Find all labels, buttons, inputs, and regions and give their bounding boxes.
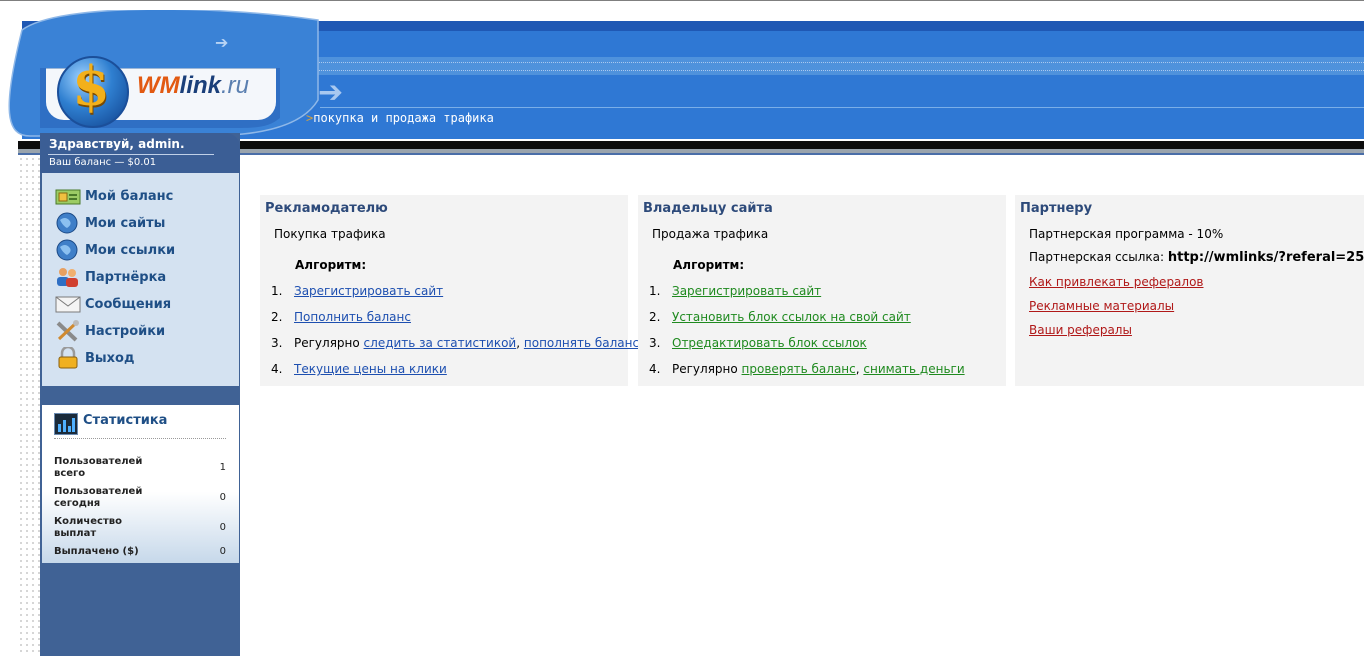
- list-item: Как привлекать рефералов: [1029, 275, 1204, 289]
- top-border: [0, 0, 1364, 1]
- click-prices-link[interactable]: Текущие цены на клики: [294, 362, 447, 376]
- withdraw-money-link[interactable]: снимать деньги: [863, 362, 964, 376]
- stat-value: 1: [219, 462, 226, 473]
- sidebar-item-label: Мои сайты: [85, 215, 166, 231]
- tagline-text: покупка и продажа трафика: [313, 111, 494, 125]
- top-up-balance-link-2[interactable]: пополнять баланс: [524, 336, 639, 350]
- advertiser-subtitle: Покупка трафика: [274, 227, 386, 241]
- partner-title: Партнеру: [1020, 201, 1093, 216]
- advertiser-title: Рекламодателю: [265, 201, 388, 216]
- globe-icon: [55, 212, 81, 234]
- list-item: 1. Зарегистрировать сайт: [271, 284, 443, 298]
- stats-chart-icon: [54, 413, 78, 435]
- logo-ru: .ru: [221, 72, 250, 99]
- tools-icon: [55, 320, 81, 342]
- attract-referrals-link[interactable]: Как привлекать рефералов: [1029, 275, 1204, 289]
- balance-icon: [55, 185, 81, 207]
- stat-label: Пользователей всего: [54, 456, 143, 479]
- stat-label: Пользователей сегодня: [54, 486, 143, 509]
- balance-text: Ваш баланс — $0.01: [49, 157, 157, 168]
- sidebar-item-label: Выход: [85, 350, 135, 366]
- list-item: 4. Регулярно проверять баланс, снимать де…: [649, 362, 965, 376]
- header-divider: [320, 107, 1364, 108]
- greeting-underline: [48, 154, 214, 155]
- install-link-block-link[interactable]: Установить блок ссылок на свой сайт: [672, 310, 911, 324]
- owner-algo-heading: Алгоритм:: [673, 258, 745, 272]
- stats-divider: [54, 438, 226, 439]
- arrow-right-icon: ➔: [318, 75, 344, 110]
- step-prefix: Регулярно: [672, 362, 742, 376]
- edit-link-block-link[interactable]: Отредактировать блок ссылок: [672, 336, 867, 350]
- advertiser-algo-heading: Алгоритм:: [295, 258, 367, 272]
- sidebar-item-label: Мой баланс: [85, 188, 174, 204]
- sidebar-item-label: Партнёрка: [85, 269, 167, 285]
- stats-title: Статистика: [83, 413, 168, 428]
- watch-stats-link[interactable]: следить за статистикой: [364, 336, 517, 350]
- top-up-balance-link[interactable]: Пополнить баланс: [294, 310, 411, 324]
- globe-icon: [55, 239, 81, 261]
- stat-value: 0: [219, 522, 226, 533]
- referral-link-label: Партнерская ссылка:: [1029, 250, 1168, 264]
- stat-value: 0: [219, 546, 226, 557]
- owner-subtitle: Продажа трафика: [652, 227, 769, 241]
- separator: ,: [516, 336, 524, 350]
- sidebar-item-label: Настройки: [85, 323, 166, 339]
- stat-value: 0: [219, 492, 226, 503]
- list-number: 1.: [649, 284, 661, 298]
- users-icon: [55, 266, 81, 288]
- list-item: Ваши рефералы: [1029, 323, 1132, 337]
- sidebar-item-label: Мои ссылки: [85, 242, 176, 258]
- owner-title: Владельцу сайта: [643, 201, 773, 216]
- list-item: 3. Регулярно следить за статистикой, попо…: [271, 336, 639, 350]
- logo-link: link: [179, 72, 221, 99]
- list-item: 4. Текущие цены на клики: [271, 362, 447, 376]
- list-number: 3.: [649, 336, 661, 350]
- sidebar-item-links[interactable]: Мои ссылки: [55, 238, 175, 262]
- lock-icon: [55, 345, 81, 369]
- step-prefix: Регулярно: [294, 336, 364, 350]
- list-number: 2.: [271, 310, 283, 324]
- stat-label: Количество выплат: [54, 516, 122, 539]
- list-number: 4.: [649, 362, 661, 376]
- sidebar-item-partner[interactable]: Партнёрка: [55, 265, 166, 289]
- sidebar-item-messages[interactable]: Сообщения: [55, 292, 171, 316]
- list-item: Рекламные материалы: [1029, 299, 1174, 313]
- your-referrals-link[interactable]: Ваши рефералы: [1029, 323, 1132, 337]
- dotted-background: [18, 156, 40, 656]
- register-site-link[interactable]: Зарегистрировать сайт: [672, 284, 821, 298]
- referral-url[interactable]: http://wmlinks/?referal=258: [1168, 250, 1364, 265]
- list-item: 2. Пополнить баланс: [271, 310, 411, 324]
- envelope-icon: [55, 293, 81, 315]
- sidebar-item-settings[interactable]: Настройки: [55, 319, 165, 343]
- partner-panel: [1015, 195, 1364, 386]
- list-item: 1. Зарегистрировать сайт: [649, 284, 821, 298]
- list-number: 1.: [271, 284, 283, 298]
- list-number: 4.: [271, 362, 283, 376]
- sidebar-item-balance[interactable]: Мой баланс: [55, 184, 173, 208]
- register-site-link[interactable]: Зарегистрировать сайт: [294, 284, 443, 298]
- stat-label: Выплачено ($): [54, 546, 139, 557]
- promo-materials-link[interactable]: Рекламные материалы: [1029, 299, 1174, 313]
- partner-program-text: Партнерская программа - 10%: [1029, 227, 1224, 241]
- sidebar-item-logout[interactable]: Выход: [55, 345, 135, 370]
- list-number: 3.: [271, 336, 283, 350]
- site-tagline: >покупка и продажа трафика: [306, 111, 494, 125]
- list-number: 2.: [649, 310, 661, 324]
- sidebar-item-sites[interactable]: Мои сайты: [55, 211, 165, 235]
- check-balance-link[interactable]: проверять баланс: [742, 362, 856, 376]
- referral-link-row: Партнерская ссылка: http://wmlinks/?refe…: [1029, 250, 1364, 265]
- site-logo[interactable]: WMlink.ru: [137, 72, 249, 100]
- sidebar-item-label: Сообщения: [85, 296, 172, 312]
- logo-wm: WM: [137, 72, 180, 99]
- greeting: Здравствуй, admin.: [49, 137, 185, 151]
- list-item: 2. Установить блок ссылок на свой сайт: [649, 310, 911, 324]
- list-item: 3. Отредактировать блок ссылок: [649, 336, 867, 350]
- logo-dollar-sign: $: [72, 54, 110, 118]
- arrow-right-icon: ➔: [215, 33, 229, 52]
